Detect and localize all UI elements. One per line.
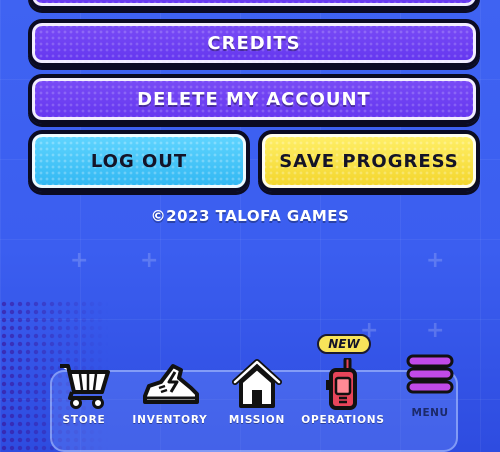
sneaker-icon (143, 364, 199, 404)
copyright-text: ©2023 TALOFA GAMES (150, 207, 350, 225)
nav-item-inventory[interactable]: INVENTORY (127, 358, 213, 426)
credits-button-label: CREDITS (207, 32, 301, 54)
nav-item-mission[interactable]: MISSION (214, 358, 300, 426)
nav-item-label: STORE (62, 414, 106, 426)
top-partial-button[interactable] (28, 0, 480, 10)
nav-item-label: OPERATIONS (301, 414, 385, 426)
menu-label: MENU (411, 407, 449, 419)
nav-item-store[interactable]: STORE (41, 358, 127, 426)
save-progress-button-label: SAVE PROGRESS (279, 150, 459, 172)
hamburger-menu-icon (406, 354, 454, 394)
nav-item-label: MISSION (228, 414, 286, 426)
plus-decoration: + (140, 248, 159, 273)
new-badge: NEW (317, 334, 371, 354)
nav-item-label: INVENTORY (132, 414, 208, 426)
delete-account-button-label: DELETE MY ACCOUNT (137, 88, 371, 110)
plus-decoration: + (426, 248, 445, 273)
walkie-talkie-icon (326, 358, 357, 410)
cart-icon (60, 364, 110, 409)
logout-button[interactable]: LOG OUT (28, 130, 250, 192)
plus-decoration: + (70, 248, 89, 273)
credits-button[interactable]: CREDITS (28, 19, 480, 67)
nav-item-operations[interactable]: OPERATIONS (300, 358, 386, 426)
delete-account-button[interactable]: DELETE MY ACCOUNT (28, 74, 480, 124)
logout-button-label: LOG OUT (90, 150, 188, 172)
home-icon (232, 359, 282, 408)
plus-decoration: + (426, 318, 445, 343)
save-progress-button[interactable]: SAVE PROGRESS (258, 130, 480, 192)
